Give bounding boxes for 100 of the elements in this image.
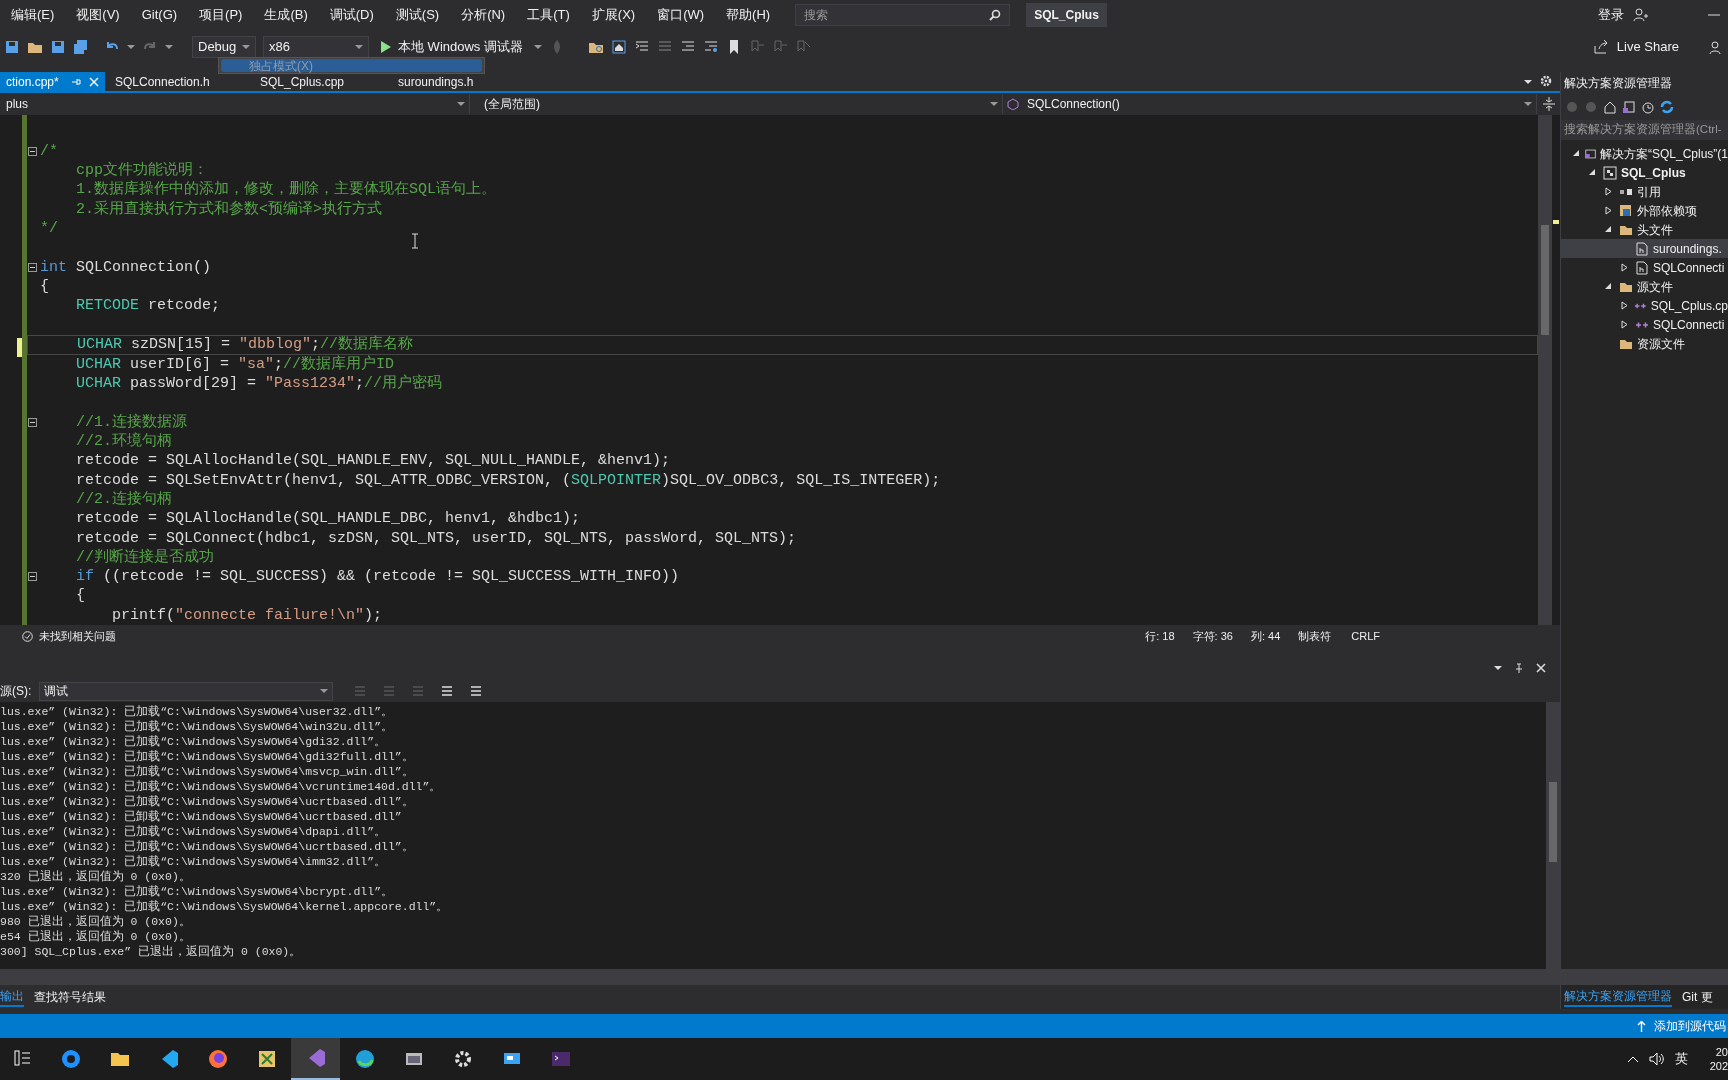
collapse-icon[interactable] — [28, 262, 37, 272]
history-icon[interactable] — [1641, 100, 1655, 114]
solution-icon[interactable] — [1622, 100, 1636, 114]
file-tab[interactable]: ction.cpp* — [0, 72, 105, 91]
menu-item[interactable]: 测试(S) — [384, 5, 451, 25]
source-dropdown[interactable]: 调试 — [39, 681, 334, 701]
person-feedback-icon[interactable] — [1708, 39, 1724, 55]
configuration-dropdown[interactable]: Debug — [192, 36, 256, 58]
speaker-icon[interactable] — [1649, 1052, 1665, 1066]
search-field[interactable]: 搜索解决方案资源管理器(Ctrl- — [1561, 120, 1728, 140]
caret-icon[interactable] — [1524, 101, 1532, 107]
word-wrap-icon[interactable] — [469, 684, 484, 698]
close-icon[interactable] — [1536, 662, 1546, 673]
run-button[interactable]: 本地 Windows 调试器 — [376, 37, 527, 57]
file-tab[interactable]: suroundings.h — [388, 72, 538, 91]
source-control-button[interactable]: 添加到源代码 — [1637, 1017, 1726, 1035]
status-column[interactable]: 列: 44 — [1250, 628, 1281, 645]
edge-browser-icon[interactable] — [353, 1048, 376, 1070]
collapse-icon[interactable] — [28, 146, 37, 156]
save-all-icon[interactable] — [73, 39, 89, 55]
vertical-scrollbar[interactable] — [1538, 115, 1552, 625]
caret-icon[interactable] — [990, 101, 998, 107]
caret-icon[interactable] — [1494, 664, 1502, 671]
collapsed-icon[interactable] — [1621, 301, 1628, 310]
refresh-icon[interactable] — [1660, 100, 1674, 114]
status-line[interactable]: 行: 18 — [1145, 628, 1175, 645]
fox-browser-icon[interactable] — [206, 1048, 229, 1070]
tree-item[interactable]: SQLConnecti — [1561, 258, 1728, 277]
panel-tab[interactable]: 输出 — [0, 987, 24, 1007]
caret-icon[interactable] — [165, 44, 173, 50]
menu-item[interactable]: 帮助(H) — [715, 5, 782, 25]
issues-status[interactable]: 未找到相关问题 — [39, 628, 116, 645]
caret-icon[interactable] — [320, 688, 329, 694]
home-icon[interactable] — [1603, 100, 1617, 114]
menu-item[interactable]: 生成(B) — [253, 5, 319, 25]
tree-item[interactable]: suroundings. — [1561, 239, 1728, 258]
collapsed-icon[interactable] — [1621, 263, 1628, 272]
caret-icon[interactable] — [533, 44, 542, 50]
tree-item[interactable]: SQLConnecti — [1561, 315, 1728, 334]
pin-icon[interactable] — [71, 76, 81, 87]
horizontal-scrollbar[interactable] — [0, 969, 1560, 985]
comment-icon[interactable] — [702, 39, 719, 55]
panel-tab[interactable]: Git 更 — [1682, 988, 1713, 1006]
clear-all-icon[interactable] — [440, 684, 455, 698]
panel-tab[interactable]: 解决方案资源管理器 — [1564, 987, 1672, 1007]
caret-icon[interactable] — [355, 44, 363, 50]
status-char[interactable]: 字符: 36 — [1192, 628, 1233, 645]
collapsed-icon[interactable] — [1621, 320, 1628, 329]
tree-item[interactable]: 解决方案“SQL_Cplus”(1 — [1561, 144, 1728, 163]
menu-item[interactable]: 视图(V) — [65, 5, 131, 25]
split-icon[interactable] — [1543, 97, 1555, 111]
tree-item[interactable]: 源文件 — [1561, 277, 1728, 296]
collapse-icon[interactable] — [28, 417, 37, 427]
collapsed-icon[interactable] — [1605, 187, 1612, 196]
expanded-icon[interactable] — [1605, 283, 1612, 290]
horizontal-scrollbar[interactable] — [1561, 969, 1728, 985]
status-indent[interactable]: 制表符 — [1298, 628, 1332, 645]
live-share-button[interactable]: Live Share — [1588, 37, 1683, 57]
vertical-scrollbar[interactable] — [1546, 702, 1560, 969]
tree-item[interactable]: 头文件 — [1561, 220, 1728, 239]
menu-item[interactable]: 分析(N) — [450, 5, 517, 25]
chevron-up-icon[interactable] — [1627, 1055, 1639, 1063]
settings-icon[interactable] — [1540, 75, 1552, 87]
collapse-icon[interactable] — [28, 572, 37, 582]
collapsed-icon[interactable] — [1605, 206, 1612, 215]
menu-item[interactable]: Git(G) — [130, 5, 189, 25]
navigation-dropdown[interactable]: (全局范围) — [470, 94, 1003, 114]
status-eol[interactable]: CRLF — [1351, 628, 1380, 645]
caret-icon[interactable] — [1524, 79, 1532, 85]
tree-item[interactable]: 引用 — [1561, 182, 1728, 201]
browser-icon[interactable] — [59, 1048, 82, 1070]
tree-item[interactable]: SQL_Cplus.cp — [1561, 296, 1728, 315]
navigation-dropdown[interactable]: plus — [0, 94, 470, 114]
menu-item[interactable]: 项目(P) — [188, 5, 254, 25]
caret-icon[interactable] — [127, 44, 135, 50]
platform-dropdown[interactable]: x86 — [263, 36, 369, 58]
menu-item[interactable]: 工具(T) — [516, 5, 581, 25]
expanded-icon[interactable] — [1605, 226, 1612, 233]
tree-item[interactable]: 外部依赖项 — [1561, 201, 1728, 220]
navigation-dropdown[interactable]: SQLConnection() — [1003, 94, 1537, 114]
panel-tab[interactable]: 查找符号结果 — [34, 988, 106, 1006]
caret-icon[interactable] — [457, 101, 465, 107]
save-icon[interactable] — [50, 39, 66, 55]
file-tab[interactable]: SQL_Cplus.cpp — [250, 72, 388, 91]
save-icon[interactable] — [4, 39, 20, 55]
pin-icon[interactable] — [1514, 662, 1524, 673]
file-tab[interactable]: SQLConnection.h — [105, 72, 250, 91]
login-link[interactable]: 登录 — [1598, 5, 1624, 25]
expanded-icon[interactable] — [1589, 169, 1596, 176]
caret-icon[interactable] — [242, 44, 250, 50]
tree-item[interactable]: SQL_Cplus — [1561, 163, 1728, 182]
check-circle-icon[interactable] — [22, 631, 33, 642]
home-icon[interactable] — [610, 39, 627, 55]
search-field[interactable]: 搜索 — [795, 4, 1011, 26]
clock-text[interactable]: 202 — [1709, 1059, 1728, 1073]
input-method-indicator[interactable]: 英 — [1675, 1049, 1688, 1069]
menu-item[interactable]: 窗口(W) — [646, 5, 716, 25]
clock-text[interactable]: 20 — [1715, 1045, 1728, 1059]
menu-item[interactable]: 编辑(E) — [0, 5, 66, 25]
tree-item[interactable]: 资源文件 — [1561, 334, 1728, 353]
